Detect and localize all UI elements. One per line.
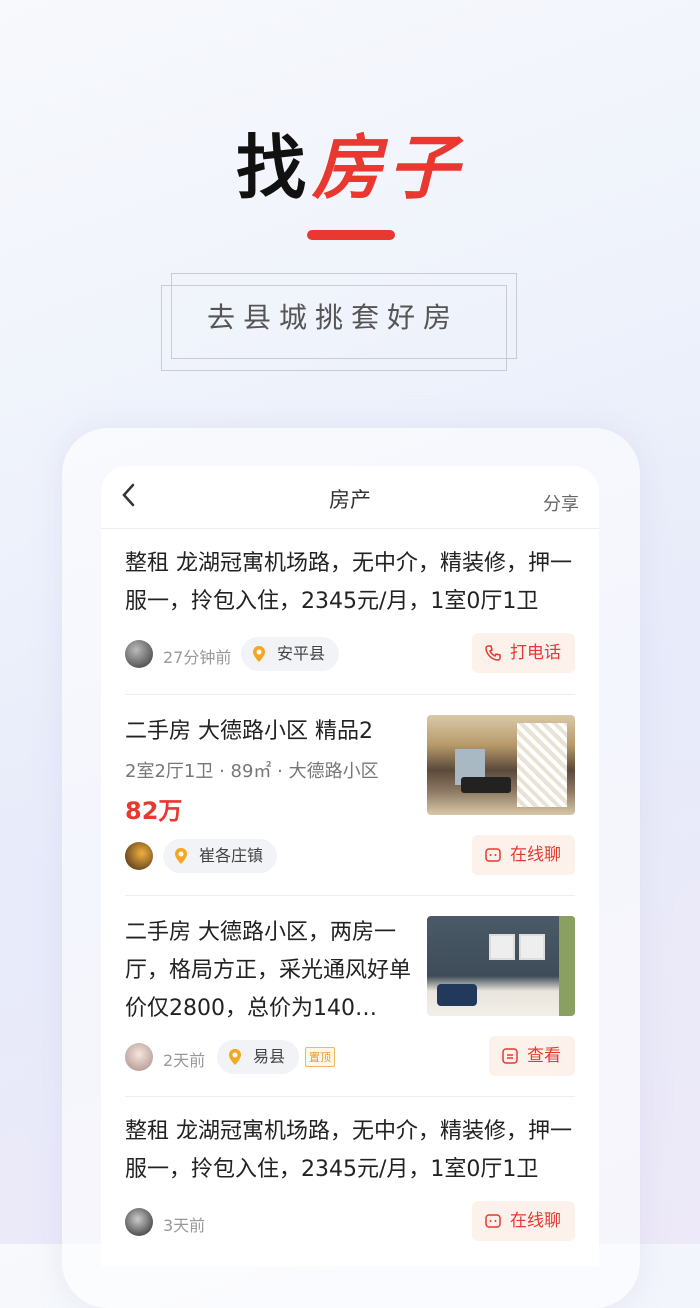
listing-text: 二手房 大德路小区，两房一厅，格局方正，采光通风好单价仅2800，总价为140… [125,920,412,1021]
hero-underline [307,230,395,240]
listing-meta: 27分钟前 安平县 打电话 [125,633,575,675]
hero-title-black: 找 [236,126,312,209]
chat-button[interactable]: 在线聊 [472,1201,575,1241]
location-pin-icon [175,848,187,864]
call-button[interactable]: 打电话 [472,633,575,673]
view-button[interactable]: 查看 [489,1036,575,1076]
listing-photo[interactable] [427,715,575,815]
doc-icon [502,1048,518,1064]
location-pin-icon [229,1049,241,1065]
call-label: 打电话 [510,643,561,663]
avatar[interactable] [125,640,153,668]
post-time: 27分钟前 [163,648,232,667]
hero-title-red: 房子 [312,126,464,209]
location-label: 易县 [253,1047,286,1066]
chat-button[interactable]: 在线聊 [472,835,575,875]
location-pin-icon [253,646,265,662]
hero-title: 找房子 [0,112,700,213]
avatar[interactable] [125,1043,153,1071]
location-chip[interactable]: 易县 [217,1040,300,1074]
listing-item[interactable]: 二手房 大德路小区，两房一厅，格局方正，采光通风好单价仅2800，总价为140…… [125,896,575,1097]
listing-meta: 崔各庄镇 在线聊 [125,835,575,877]
chat-icon [485,848,501,862]
listing-text: 整租 龙湖冠寓机场路，无中介，精装修，押一服一，拎包入住，2345元/月，1室0… [125,1119,572,1182]
chat-icon [485,1214,501,1228]
listing-item[interactable]: 整租 龙湖冠寓机场路，无中介，精装修，押一服一，拎包入住，2345元/月，1室0… [125,1097,575,1266]
avatar[interactable] [125,1208,153,1236]
chat-label: 在线聊 [510,1211,561,1231]
listing-text: 整租 龙湖冠寓机场路，无中介，精装修，押一服一，拎包入住，2345元/月，1室0… [125,551,572,614]
phone-icon [485,645,501,661]
listing-photo[interactable] [427,916,575,1016]
top-bar: 房产 分享 [101,466,599,529]
listing-item[interactable]: 整租 龙湖冠寓机场路，无中介，精装修，押一服一，拎包入住，2345元/月，1室0… [125,529,575,695]
chat-label: 在线聊 [510,845,561,865]
view-label: 查看 [527,1046,561,1066]
avatar[interactable] [125,842,153,870]
listing-item[interactable]: 二手房 大德路小区 精品2 2室2厅1卫 · 89㎡ · 大德路小区 82万 崔… [125,695,575,896]
location-label: 崔各庄镇 [199,846,264,865]
location-label: 安平县 [277,644,326,663]
page-title: 房产 [329,488,371,512]
location-chip[interactable]: 崔各庄镇 [163,839,278,873]
post-time: 3天前 [163,1216,206,1235]
listing-meta: 2天前 易县 置顶 查看 [125,1036,575,1078]
post-time: 2天前 [163,1051,206,1070]
pinned-badge: 置顶 [305,1047,335,1067]
slogan-text: 去县城挑套好房 [206,301,459,334]
app-screen: 房产 分享 整租 龙湖冠寓机场路，无中介，精装修，押一服一，拎包入住，2345元… [101,466,599,1266]
share-button[interactable]: 分享 [543,490,579,516]
listing-meta: 3天前 在线聊 [125,1201,575,1243]
location-chip[interactable]: 安平县 [241,637,340,671]
